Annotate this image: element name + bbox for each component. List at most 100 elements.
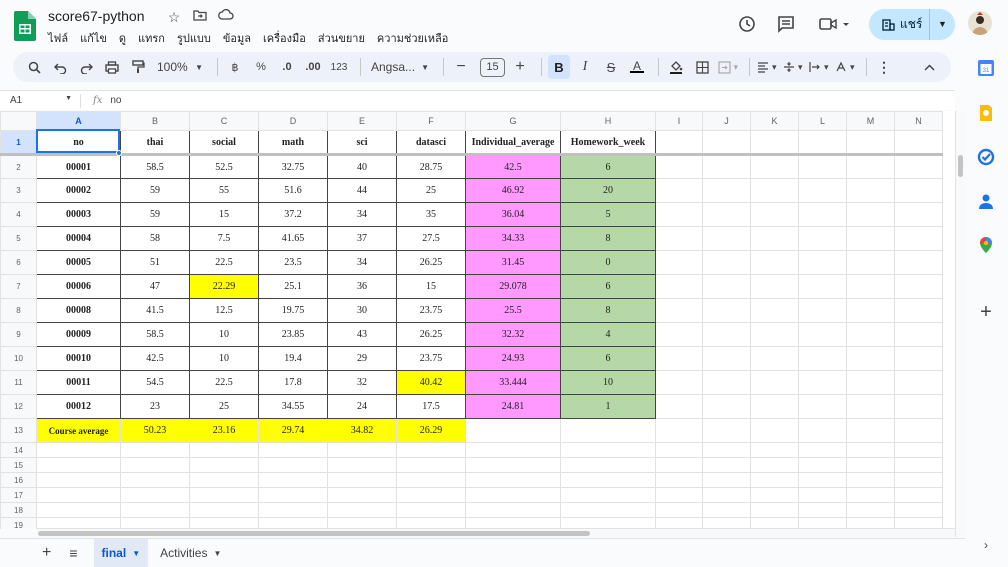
cell[interactable]: 17.8 — [258, 370, 328, 395]
avatar[interactable] — [968, 11, 992, 35]
strikethrough-button[interactable]: S — [600, 55, 622, 79]
redo-icon[interactable] — [75, 55, 97, 79]
cell[interactable] — [189, 487, 259, 503]
cell[interactable] — [655, 178, 703, 203]
cell[interactable] — [894, 178, 943, 203]
cell[interactable] — [894, 226, 943, 251]
row-header[interactable]: 17 — [0, 487, 37, 503]
cell[interactable]: 55 — [189, 178, 259, 203]
column-header[interactable]: E — [327, 111, 397, 131]
cell[interactable] — [798, 487, 847, 503]
cell[interactable] — [702, 322, 751, 347]
cell[interactable] — [655, 298, 703, 323]
cell[interactable] — [396, 487, 466, 503]
share-dropdown-icon[interactable]: ▼ — [929, 9, 955, 40]
cell[interactable] — [702, 202, 751, 227]
cell[interactable]: 58 — [120, 226, 190, 251]
cell[interactable]: 36.04 — [465, 202, 561, 227]
cell[interactable]: Homework_week — [560, 130, 656, 156]
cell[interactable]: 1 — [560, 394, 656, 419]
cell[interactable] — [327, 487, 397, 503]
cell[interactable] — [750, 502, 799, 518]
cell[interactable]: 10 — [560, 370, 656, 395]
cell[interactable] — [798, 250, 847, 275]
cell[interactable]: math — [258, 130, 328, 156]
cell[interactable] — [798, 322, 847, 347]
all-sheets-menu-icon[interactable]: ≡ — [69, 545, 77, 561]
star-icon[interactable]: ☆ — [165, 8, 183, 26]
cell[interactable]: 6 — [560, 346, 656, 371]
cell[interactable]: 22.29 — [189, 274, 259, 299]
cell[interactable] — [702, 370, 751, 395]
cell[interactable]: 40.42 — [396, 370, 466, 395]
collapse-toolbar-icon[interactable] — [918, 55, 940, 79]
cell[interactable] — [36, 487, 121, 503]
cell[interactable] — [560, 457, 656, 473]
menu-help[interactable]: ความช่วยเหลือ — [377, 29, 448, 47]
comment-icon[interactable] — [777, 15, 795, 33]
cell[interactable] — [798, 226, 847, 251]
cell[interactable]: datasci — [396, 130, 466, 156]
cell[interactable]: 15 — [189, 202, 259, 227]
cell[interactable] — [258, 472, 328, 488]
cell[interactable]: 8 — [560, 298, 656, 323]
share-button[interactable]: แชร์ ▼ — [869, 9, 955, 40]
cell[interactable]: 19.4 — [258, 346, 328, 371]
cell[interactable]: 58.5 — [120, 154, 190, 179]
column-header[interactable]: A — [36, 111, 121, 131]
cell[interactable] — [894, 346, 943, 371]
cell[interactable]: 29.74 — [258, 418, 328, 443]
cell[interactable] — [846, 442, 895, 458]
row-header[interactable]: 5 — [0, 226, 37, 251]
cloud-saved-icon[interactable] — [217, 8, 235, 26]
menu-edit[interactable]: แก้ไข — [80, 29, 107, 47]
cell[interactable] — [327, 472, 397, 488]
percent-format-button[interactable]: % — [250, 55, 272, 79]
cell[interactable] — [560, 442, 656, 458]
cell[interactable]: 40 — [327, 154, 397, 179]
cell[interactable] — [894, 130, 943, 156]
cell[interactable] — [750, 487, 799, 503]
cell[interactable] — [894, 472, 943, 488]
cell[interactable] — [798, 202, 847, 227]
vertical-scroll-thumb[interactable] — [958, 155, 963, 177]
cell[interactable] — [798, 502, 847, 518]
cell[interactable] — [396, 442, 466, 458]
cell[interactable]: 34.55 — [258, 394, 328, 419]
cell[interactable] — [465, 472, 561, 488]
cell[interactable] — [894, 370, 943, 395]
cell[interactable] — [655, 226, 703, 251]
tab-dropdown-icon[interactable]: ▼ — [132, 549, 140, 558]
cell[interactable]: 00011 — [36, 370, 121, 395]
cell[interactable]: 20 — [560, 178, 656, 203]
cell[interactable] — [846, 178, 895, 203]
cell[interactable] — [894, 154, 943, 179]
cell[interactable]: 28.75 — [396, 154, 466, 179]
more-formats-button[interactable]: 123 — [328, 55, 350, 79]
cell[interactable]: Individual_average — [465, 130, 561, 156]
cell[interactable] — [702, 442, 751, 458]
calendar-icon[interactable]: 31 — [977, 59, 995, 77]
row-header[interactable]: 3 — [0, 178, 37, 203]
cell[interactable] — [846, 226, 895, 251]
cell[interactable] — [846, 154, 895, 179]
cell[interactable]: 50.23 — [120, 418, 190, 443]
cell[interactable]: 51.6 — [258, 178, 328, 203]
cell[interactable] — [846, 322, 895, 347]
cell[interactable] — [655, 472, 703, 488]
row-header[interactable]: 4 — [0, 202, 37, 227]
cell[interactable] — [465, 442, 561, 458]
cell[interactable] — [846, 202, 895, 227]
menu-data[interactable]: ข้อมูล — [223, 29, 251, 47]
cell[interactable] — [36, 502, 121, 518]
cell[interactable] — [846, 346, 895, 371]
tab-dropdown-icon[interactable]: ▼ — [213, 549, 221, 558]
cell[interactable]: 24.81 — [465, 394, 561, 419]
menu-insert[interactable]: แทรก — [138, 29, 165, 47]
row-header[interactable]: 19 — [0, 517, 37, 529]
cell[interactable]: 41.65 — [258, 226, 328, 251]
cell[interactable] — [702, 394, 751, 419]
cell[interactable] — [120, 457, 190, 473]
cell[interactable] — [655, 130, 703, 156]
column-header[interactable]: H — [560, 111, 656, 131]
